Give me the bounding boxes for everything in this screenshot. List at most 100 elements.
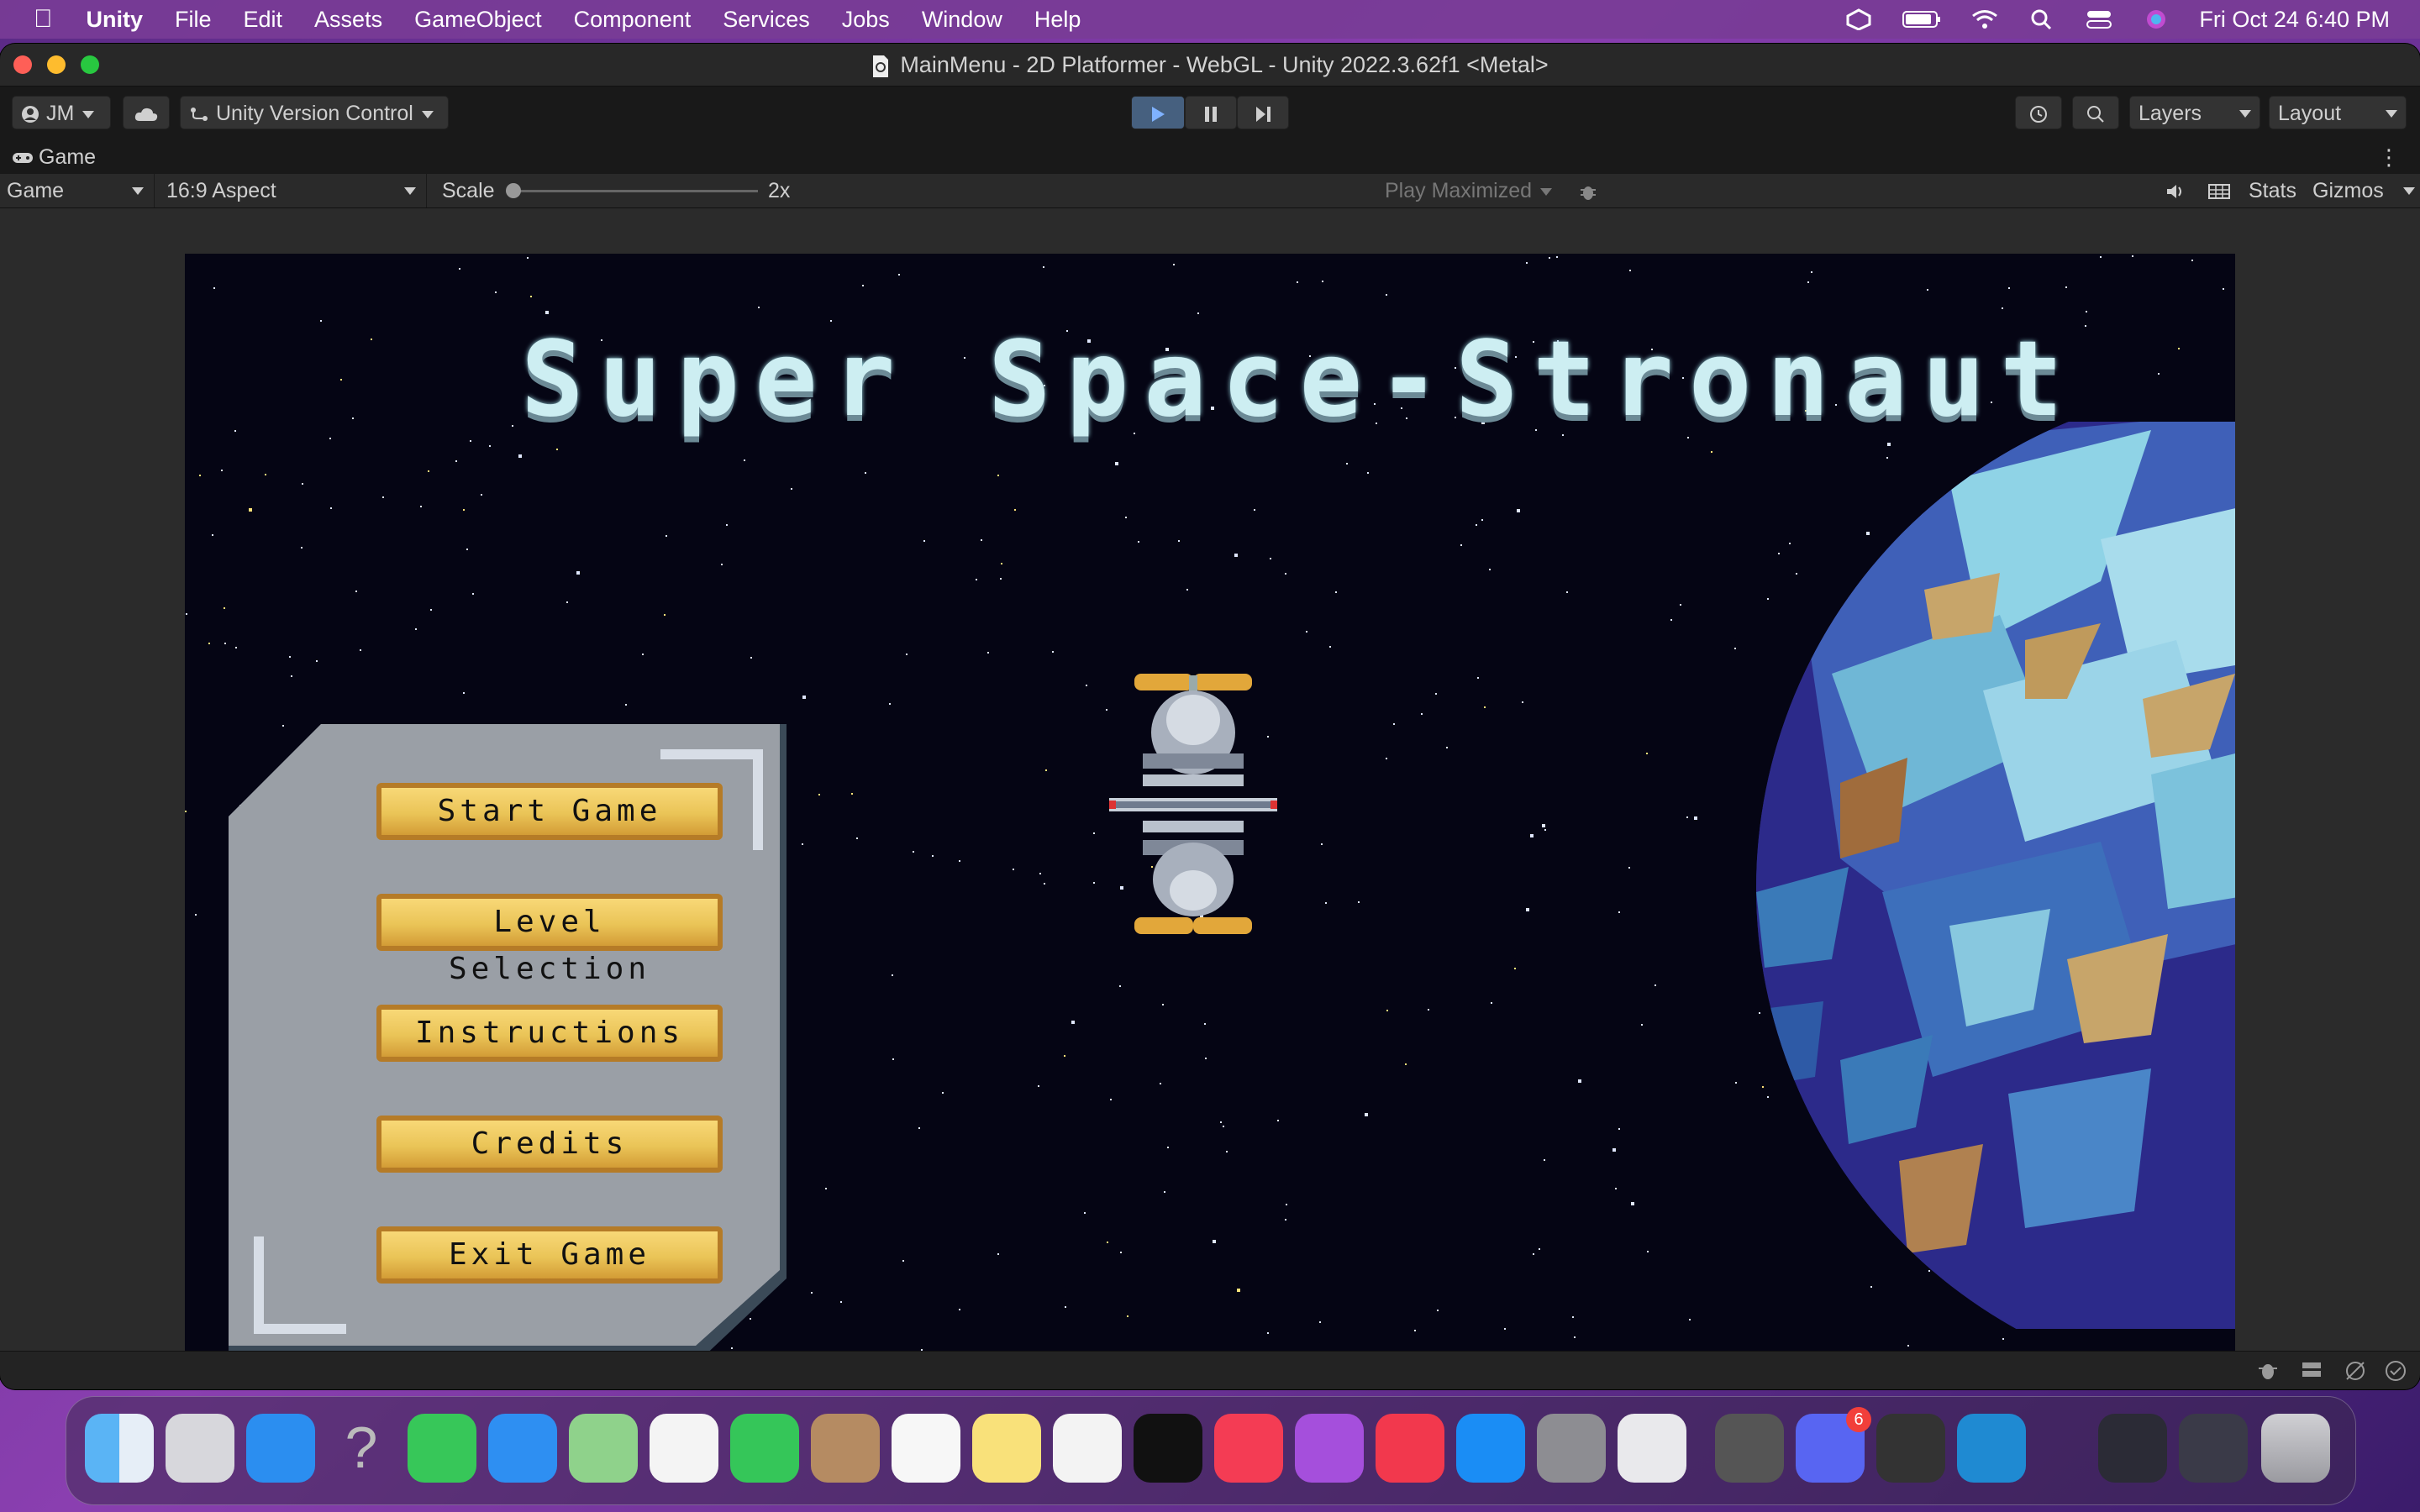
maps-icon[interactable] — [569, 1414, 638, 1483]
apple-menu-icon[interactable]:  — [34, 5, 53, 34]
menu-help[interactable]: Help — [1034, 7, 1081, 33]
star — [527, 257, 529, 259]
scale-slider-track — [511, 190, 758, 192]
discord-icon[interactable]: 6 — [1796, 1407, 1871, 1483]
mute-audio-toggle[interactable] — [2156, 174, 2195, 207]
star — [1119, 985, 1121, 987]
scale-slider-handle[interactable] — [506, 183, 521, 198]
roblox-icon[interactable] — [1618, 1414, 1686, 1483]
star — [913, 851, 914, 853]
system-settings-icon[interactable] — [1537, 1414, 1606, 1483]
control-center-icon[interactable] — [2085, 8, 2113, 30]
menu-assets[interactable]: Assets — [314, 7, 382, 33]
unity-hub-icon[interactable] — [1715, 1414, 1784, 1483]
freeform-icon[interactable] — [1053, 1414, 1122, 1483]
star — [186, 613, 187, 615]
star — [1421, 713, 1423, 715]
star — [1204, 1023, 1206, 1025]
debug-icon[interactable] — [2255, 1358, 2281, 1383]
apple-tv-icon[interactable] — [1134, 1414, 1202, 1483]
game-canvas[interactable]: Super Space-Stronaut Start Game Level Se… — [185, 254, 2235, 1389]
step-button[interactable] — [1237, 96, 1289, 129]
scale-slider[interactable] — [504, 174, 765, 207]
layers-dropdown[interactable]: Layers — [2129, 96, 2260, 129]
news-icon[interactable] — [1376, 1414, 1444, 1483]
music-icon[interactable] — [1214, 1414, 1283, 1483]
game-title: Super Space-Stronaut — [521, 319, 2079, 440]
star — [208, 643, 210, 644]
start-game-button[interactable]: Start Game — [376, 783, 723, 840]
stats-button[interactable]: Stats — [2242, 174, 2304, 207]
photos-icon[interactable] — [650, 1414, 718, 1483]
progress-check-icon[interactable] — [2383, 1358, 2408, 1383]
star — [512, 425, 513, 427]
pause-button[interactable] — [1185, 96, 1237, 129]
star — [1544, 1159, 1545, 1161]
star — [1223, 1126, 1224, 1127]
version-control-dropdown[interactable]: Unity Version Control — [180, 96, 449, 129]
display-dropdown[interactable]: Game — [0, 174, 155, 207]
finder-icon[interactable] — [85, 1414, 154, 1483]
level-selection-button[interactable]: Level Selection — [376, 894, 723, 986]
instructions-button[interactable]: Instructions — [376, 1005, 723, 1062]
exit-game-button[interactable]: Exit Game — [376, 1226, 723, 1284]
siri-icon[interactable] — [2142, 8, 2170, 30]
credits-button[interactable]: Credits — [376, 1116, 723, 1173]
menu-file[interactable]: File — [175, 7, 212, 33]
aspect-dropdown[interactable]: 16:9 Aspect — [160, 174, 427, 207]
menu-edit[interactable]: Edit — [244, 7, 283, 33]
account-dropdown[interactable]: JM — [12, 96, 111, 129]
menu-gameobject[interactable]: GameObject — [414, 7, 542, 33]
app-menu-unity[interactable]: Unity — [87, 7, 144, 33]
contacts-icon[interactable] — [811, 1414, 880, 1483]
star — [212, 534, 213, 536]
star — [185, 811, 187, 812]
notes-icon[interactable] — [972, 1414, 1041, 1483]
menu-jobs[interactable]: Jobs — [842, 7, 890, 33]
keyboard-shortcuts-toggle[interactable] — [2200, 174, 2238, 207]
menu-services[interactable]: Services — [723, 7, 810, 33]
menu-component[interactable]: Component — [574, 7, 692, 33]
tab-game[interactable]: Game — [12, 140, 96, 174]
messages-icon[interactable] — [408, 1414, 476, 1483]
app-store-icon[interactable] — [1456, 1414, 1525, 1483]
layout-dropdown[interactable]: Layout — [2269, 96, 2407, 129]
wifi-icon[interactable] — [1970, 8, 1999, 30]
bug-toggle[interactable] — [1568, 174, 1608, 207]
star — [1084, 1212, 1086, 1214]
safari-icon[interactable] — [246, 1414, 315, 1483]
cache-server-icon[interactable] — [2299, 1358, 2324, 1383]
reminders-icon[interactable] — [892, 1414, 960, 1483]
search-icon[interactable] — [2028, 8, 2056, 30]
facetime-icon[interactable] — [730, 1414, 799, 1483]
search-button[interactable] — [2072, 96, 2119, 129]
auto-generate-lighting-icon[interactable] — [2343, 1358, 2368, 1383]
star — [758, 307, 760, 308]
more-options-icon[interactable]: ⋮ — [2378, 140, 2400, 174]
star — [1186, 589, 1188, 591]
battery-icon[interactable] — [1902, 8, 1942, 30]
menubar-clock[interactable]: Fri Oct 24 6:40 PM — [2199, 7, 2390, 33]
star — [1533, 1253, 1534, 1255]
trash-icon[interactable] — [2261, 1414, 2330, 1483]
unity-hub-icon[interactable] — [1844, 8, 1873, 30]
star — [2086, 311, 2087, 312]
launchpad-icon[interactable] — [166, 1414, 234, 1483]
game-tab-bar: Game ⋮ — [0, 140, 2420, 174]
unity-editor-icon[interactable] — [1876, 1414, 1945, 1483]
menu-window[interactable]: Window — [922, 7, 1002, 33]
cloud-button[interactable] — [123, 96, 170, 129]
mail-icon[interactable] — [488, 1414, 557, 1483]
play-button[interactable] — [1131, 96, 1185, 129]
help-icon[interactable]: ? — [327, 1414, 396, 1483]
gizmos-dropdown[interactable]: Gizmos — [2306, 174, 2420, 207]
downloads-stack-icon[interactable] — [2098, 1414, 2167, 1483]
recent-documents-stack-icon[interactable] — [2179, 1414, 2248, 1483]
history-button[interactable] — [2015, 96, 2062, 129]
play-maximized-dropdown[interactable]: Play Maximized — [1378, 174, 1563, 207]
star — [1173, 264, 1175, 265]
star — [902, 1260, 904, 1262]
vscode-icon[interactable] — [1957, 1414, 2026, 1483]
podcasts-icon[interactable] — [1295, 1414, 1364, 1483]
star — [1491, 1002, 1492, 1004]
